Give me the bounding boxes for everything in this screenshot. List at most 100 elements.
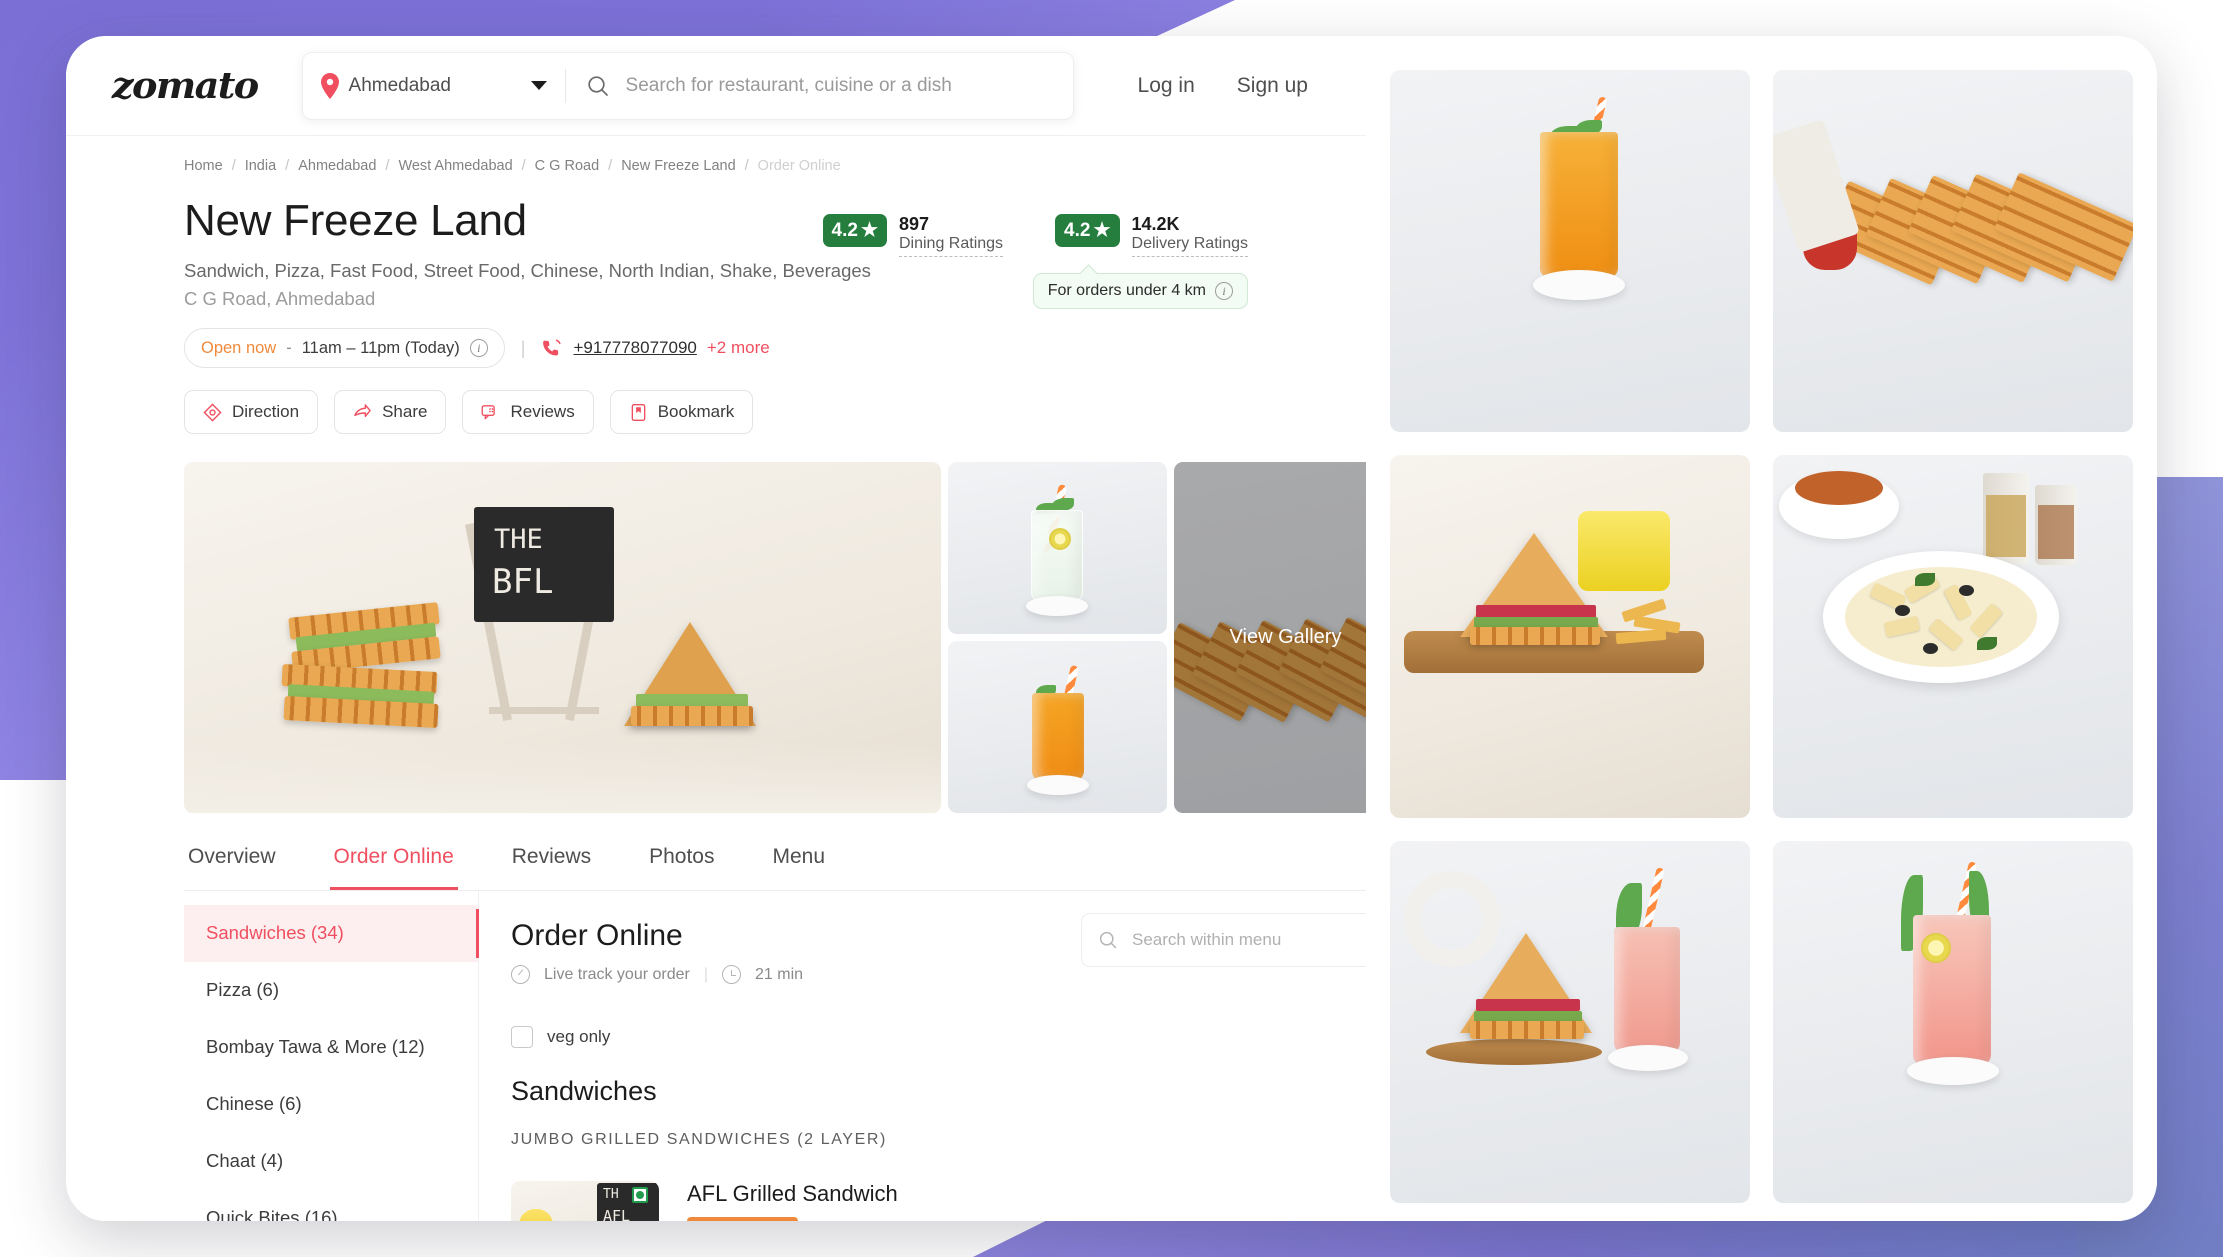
tab-order-online[interactable]: Order Online [329,823,458,890]
phone-block: +917778077090 +2 more [541,337,770,359]
row-divider: | [520,337,526,358]
breadcrumb-item-restaurant[interactable]: New Freeze Land [621,158,735,174]
veg-only-checkbox[interactable] [511,1026,533,1048]
breadcrumb-item-india[interactable]: India [245,158,276,174]
tab-menu[interactable]: Menu [769,823,830,890]
chalkboard-text-bfl: BFL [492,562,554,602]
bookmark-icon [631,403,646,421]
login-link[interactable]: Log in [1138,74,1195,98]
photo-grid [1366,36,2157,1221]
ratings-block: 4.2 ★ 897 Dining Ratings 4.2 ★ 14.2K Deliv… [822,214,1248,257]
menu-area: Sandwiches (34) Pizza (6) Bombay Tawa & … [184,891,1366,1221]
menu-item-details: AFL Grilled Sandwich BESTSELLER ★★★★★ 10… [687,1181,898,1221]
opening-hours-pill[interactable]: Open now - 11am – 11pm (Today) i [184,328,505,368]
delivery-rating-group[interactable]: 4.2 ★ 14.2K Delivery Ratings [1055,214,1248,257]
menu-category-chinese[interactable]: Chinese (6) [184,1076,478,1133]
photo-gallery-strip: THE BFL View Gallery [184,462,1366,813]
phone-number[interactable]: +917778077090 [573,338,696,358]
live-track-label: Live track your order [544,965,690,983]
breadcrumb-separator: / [744,158,749,174]
menu-item-name: AFL Grilled Sandwich [687,1181,898,1206]
info-icon[interactable]: i [1215,282,1233,300]
breadcrumb-item-ahmedabad[interactable]: Ahmedabad [298,158,376,174]
menu-main-panel: Order Online Live track your order | 21 … [479,891,1366,1221]
info-icon[interactable]: i [469,339,488,357]
signup-link[interactable]: Sign up [1237,74,1308,98]
breadcrumb-separator: / [285,158,290,174]
breadcrumb-item-west-ahmedabad[interactable]: West Ahmedabad [398,158,512,174]
gallery-thumb-column [948,462,1167,813]
breadcrumb-item-home[interactable]: Home [184,158,223,174]
gallery-thumb-2[interactable] [948,641,1167,813]
dining-rating-label: Dining Ratings [898,235,1004,257]
share-label: Share [382,402,428,421]
menu-subsection-title: JUMBO GRILLED SANDWICHES (2 LAYER) [511,1131,887,1148]
tab-photos[interactable]: Photos [645,823,718,890]
view-gallery-overlay[interactable]: View Gallery [1174,462,1366,813]
breadcrumb-current: Order Online [757,158,841,174]
breadcrumb-item-cg-road[interactable]: C G Road [535,158,599,174]
view-gallery-label: View Gallery [1229,626,1342,648]
photo-tile-orange-drink[interactable] [1390,70,1750,433]
menu-category-sandwiches[interactable]: Sandwiches (34) [184,905,479,962]
menu-category-pizza[interactable]: Pizza (6) [184,962,478,1019]
bestseller-badge: BESTSELLER [687,1217,799,1221]
gallery-thumb-1[interactable] [948,462,1167,634]
meta-divider: | [703,965,708,983]
menu-search-box[interactable]: Search within menu × [1081,913,1366,967]
photo-tile-pink-drink[interactable] [1773,840,2133,1203]
chalkboard-text-the: THE [494,524,543,555]
chevron-down-icon [530,81,547,90]
status-separator: - [286,338,292,357]
direction-icon [203,402,222,422]
photo-tile-pasta[interactable] [1773,455,2133,818]
location-value: Ahmedabad [348,74,451,96]
site-header: zomato Ahmedabad Search for restaurant, … [66,36,1366,136]
menu-category-quick-bites[interactable]: Quick Bites (16) [184,1190,478,1221]
delivery-rating-badge: 4.2 ★ [1055,214,1120,247]
photo-tile-sandwich-row[interactable] [1773,70,2133,433]
bookmark-button[interactable]: Bookmark [609,390,754,434]
status-row: Open now - 11am – 11pm (Today) i | +9177… [184,328,1366,368]
more-phones-link[interactable]: +2 more [707,338,770,358]
global-search-input[interactable]: Search for restaurant, cuisine or a dish [566,74,1073,98]
tab-reviews[interactable]: Reviews [508,823,595,890]
dining-rating-badge: 4.2 ★ [822,214,887,247]
dining-rating-score: 4.2 [831,219,858,241]
live-track-icon [511,965,530,984]
auth-links: Log in Sign up [1138,74,1366,98]
photo-tile-club-sandwich-board[interactable] [1390,455,1750,818]
location-selector[interactable]: Ahmedabad [303,72,565,99]
share-button[interactable]: Share [334,390,447,434]
dining-rating-count: 897 [898,214,930,234]
search-icon [587,75,608,96]
menu-item-thumbnail[interactable]: TH AFL [511,1181,659,1221]
star-icon: ★ [1093,220,1111,241]
delivery-radius-text: For orders under 4 km [1047,282,1206,299]
star-icon: ★ [860,220,878,241]
menu-search-placeholder: Search within menu [1132,930,1282,949]
menu-item-row[interactable]: TH AFL AFL Grilled Sandwich [511,1181,1366,1221]
delivery-rating-label: Delivery Ratings [1131,235,1248,257]
global-search-bar: Ahmedabad Search for restaurant, cuisine… [301,51,1074,120]
gallery-main-photo[interactable]: THE BFL [184,462,941,813]
restaurant-tabs: Overview Order Online Reviews Photos Men… [184,823,1366,891]
status-badge: Open now [201,338,277,357]
zomato-logo[interactable]: zomato [112,65,259,107]
reviews-button[interactable]: Reviews [462,390,594,434]
direction-label: Direction [232,402,300,421]
veg-only-label: veg only [547,1027,611,1046]
tab-overview[interactable]: Overview [184,823,280,890]
menu-category-bombay-tawa[interactable]: Bombay Tawa & More (12) [184,1019,478,1076]
order-meta-row: Live track your order | 21 min [511,965,1366,984]
gallery-view-gallery-tile[interactable]: View Gallery [1174,462,1366,813]
breadcrumb: Home / India / Ahmedabad / West Ahmedaba… [184,136,1366,174]
veg-only-filter[interactable]: veg only [511,1026,1366,1048]
share-icon [354,403,371,417]
direction-button[interactable]: Direction [184,390,319,434]
photo-tile-sandwich-with-drink[interactable] [1390,840,1750,1203]
menu-category-chaat[interactable]: Chaat (4) [184,1133,478,1190]
delivery-radius-tooltip: For orders under 4 km i [1032,273,1248,309]
clock-icon [722,965,741,984]
dining-rating-group[interactable]: 4.2 ★ 897 Dining Ratings [822,214,1004,257]
